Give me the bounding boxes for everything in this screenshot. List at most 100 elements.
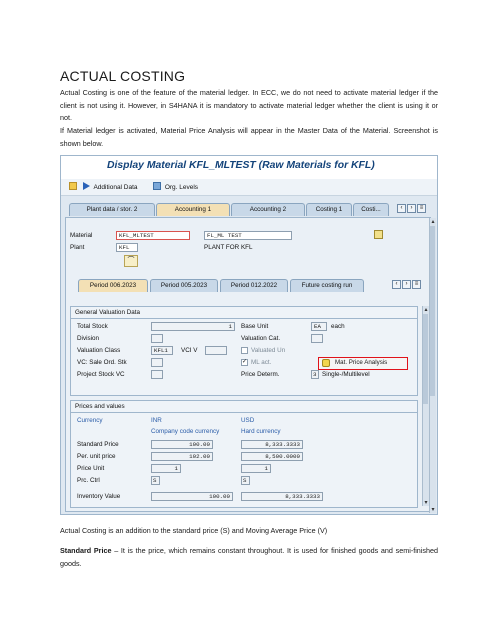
valuated-un-checkbox[interactable] — [241, 347, 248, 354]
display-change-icon — [69, 182, 77, 190]
plant-field[interactable]: KFL — [116, 243, 138, 252]
org-levels-button[interactable]: Org. Levels — [153, 182, 198, 191]
display-change-button[interactable] — [69, 182, 79, 191]
accounting-1-panel: Material KFL_MLTEST FL_ML TEST Plant KFL… — [65, 217, 431, 512]
material-label: Material — [70, 232, 93, 239]
mat-price-analysis-button[interactable]: Mat. Price Analysis — [318, 357, 408, 370]
vci-v-field[interactable] — [205, 346, 227, 355]
outer-scroll-down-icon[interactable]: ▾ — [430, 506, 436, 513]
per-unit-price-inr-field[interactable]: 102.00 — [151, 452, 213, 461]
period-scroll-left-button[interactable]: ‹ — [392, 280, 401, 289]
vc-sale-ord-stk-field[interactable] — [151, 358, 163, 367]
tab-period-006-2023[interactable]: Period 006.2023 — [78, 279, 148, 292]
additional-data-label: Additional Data — [93, 184, 138, 191]
base-unit-label: Base Unit — [241, 323, 269, 330]
additional-data-button[interactable]: Additional Data — [83, 182, 138, 191]
document-title: ACTUAL COSTING — [60, 68, 186, 84]
tab-period-005-2023[interactable]: Period 005.2023 — [150, 279, 218, 292]
hard-currency-label: Hard currency — [241, 428, 281, 435]
prc-ctrl-label: Prc. Ctrl — [77, 477, 100, 484]
plant-description: PLANT FOR KFL — [204, 244, 253, 251]
prices-values-title: Prices and values — [75, 403, 125, 410]
tab-costing-more[interactable]: Costi... — [353, 203, 389, 216]
valuation-cat-field[interactable] — [311, 334, 323, 343]
sap-window-title: Display Material KFL_MLTEST (Raw Materia… — [107, 160, 375, 171]
sap-title-bar: Display Material KFL_MLTEST (Raw Materia… — [61, 156, 437, 180]
screenshot-intro-paragraph: If Material ledger is activated, Materia… — [60, 126, 438, 148]
price-unit-usd-field[interactable]: 1 — [241, 464, 271, 473]
prices-values-group: Prices and values Currency INR USD Compa… — [70, 400, 418, 508]
material-view-tabs: Plant data / stor. 2 Accounting 1 Accoun… — [61, 203, 437, 217]
division-field[interactable] — [151, 334, 163, 343]
currency-inr: INR — [151, 417, 162, 424]
prc-ctrl-usd-field[interactable]: S — [241, 476, 250, 485]
outer-scrollbar-thumb[interactable] — [430, 226, 435, 396]
tab-scroll-left-button[interactable]: ‹ — [397, 204, 406, 213]
glasses-icon[interactable]: ⌒ — [124, 255, 138, 267]
tab-future-costing-run[interactable]: Future costing run — [290, 279, 364, 292]
currency-usd: USD — [241, 417, 255, 424]
tab-costing-1[interactable]: Costing 1 — [306, 203, 352, 216]
price-determ-text: Single-/Multilevel — [322, 371, 370, 378]
outer-scrollbar[interactable]: ▴ ▾ — [429, 218, 436, 513]
standard-price-definition: – It is the price, which remains constan… — [60, 546, 438, 568]
tab-list-button[interactable]: ≡ — [417, 204, 426, 213]
period-list-button[interactable]: ≡ — [412, 280, 421, 289]
inventory-value-usd-field[interactable]: 8,333.3333 — [241, 492, 323, 501]
valuation-class-field[interactable]: KFL1 — [151, 346, 173, 355]
inventory-value-label: Inventory Value — [77, 493, 121, 500]
per-unit-price-usd-field[interactable]: 8,500.0000 — [241, 452, 303, 461]
tab-plant-data-stor-2[interactable]: Plant data / stor. 2 — [69, 203, 155, 216]
material-description-field[interactable]: FL_ML TEST — [204, 231, 292, 240]
base-unit-text: each — [331, 323, 345, 330]
standard-price-label: Standard Price — [77, 441, 119, 448]
period-scroll-right-button[interactable]: › — [402, 280, 411, 289]
info-icon[interactable] — [374, 230, 383, 239]
mat-price-analysis-label: Mat. Price Analysis — [335, 359, 388, 366]
tab-accounting-1-label: Accounting 1 — [174, 206, 212, 213]
intro-paragraph: Actual Costing is one of the feature of … — [60, 88, 438, 123]
magnifier-icon — [322, 359, 330, 367]
valuation-cat-label: Valuation Cat. — [241, 335, 281, 342]
vc-sale-ord-stk-label: VC: Sale Ord. Stk — [77, 359, 127, 366]
project-stock-vc-label: Project Stock VC — [77, 371, 125, 378]
project-stock-vc-field[interactable] — [151, 370, 163, 379]
tab-accounting-1[interactable]: Accounting 1 — [156, 203, 230, 216]
division-label: Division — [77, 335, 100, 342]
scrollbar-thumb[interactable] — [423, 314, 428, 404]
plant-label: Plant — [70, 244, 85, 251]
price-determ-field[interactable]: 3 — [311, 370, 319, 379]
valuated-un-label: Valuated Un — [251, 347, 286, 354]
general-valuation-group: General Valuation Data Total Stock 1 Bas… — [70, 306, 418, 396]
arrow-right-icon — [83, 182, 90, 190]
actual-costing-note: Actual Costing is an addition to the sta… — [60, 526, 328, 535]
total-stock-field[interactable]: 1 — [151, 322, 235, 331]
company-code-currency-label: Company code currency — [151, 428, 220, 435]
outer-scroll-up-icon[interactable]: ▴ — [430, 218, 436, 225]
prc-ctrl-inr-field[interactable]: S — [151, 476, 160, 485]
price-unit-inr-field[interactable]: 1 — [151, 464, 181, 473]
material-field[interactable]: KFL_MLTEST — [116, 231, 190, 240]
inner-scrollbar[interactable]: ▴ ▾ — [422, 306, 429, 506]
total-stock-label: Total Stock — [77, 323, 108, 330]
price-determ-label: Price Determ. — [241, 371, 280, 378]
org-levels-label: Org. Levels — [164, 184, 199, 191]
per-unit-price-label: Per. unit price — [77, 453, 116, 460]
general-valuation-title: General Valuation Data — [75, 309, 140, 316]
standard-price-usd-field[interactable]: 8,333.3333 — [241, 440, 303, 449]
currency-label: Currency — [77, 417, 103, 424]
tab-period-012-2022[interactable]: Period 012.2022 — [220, 279, 288, 292]
vci-v-label: VCI V — [181, 347, 198, 354]
sap-toolbar: Additional Data Org. Levels — [61, 179, 437, 196]
base-unit-field[interactable]: EA — [311, 322, 327, 331]
standard-price-term: Standard Price — [60, 546, 112, 555]
inventory-value-inr-field[interactable]: 100.00 — [151, 492, 233, 501]
standard-price-paragraph: Standard Price – It is the price, which … — [60, 545, 438, 570]
ml-act-label: ML act. — [251, 359, 272, 366]
tab-scroll-right-button[interactable]: › — [407, 204, 416, 213]
valuation-class-label: Valuation Class — [77, 347, 121, 354]
tab-accounting-2[interactable]: Accounting 2 — [231, 203, 305, 216]
sap-screenshot: Display Material KFL_MLTEST (Raw Materia… — [60, 155, 438, 515]
standard-price-inr-field[interactable]: 100.00 — [151, 440, 213, 449]
ml-act-checkbox[interactable]: ✓ — [241, 359, 248, 366]
